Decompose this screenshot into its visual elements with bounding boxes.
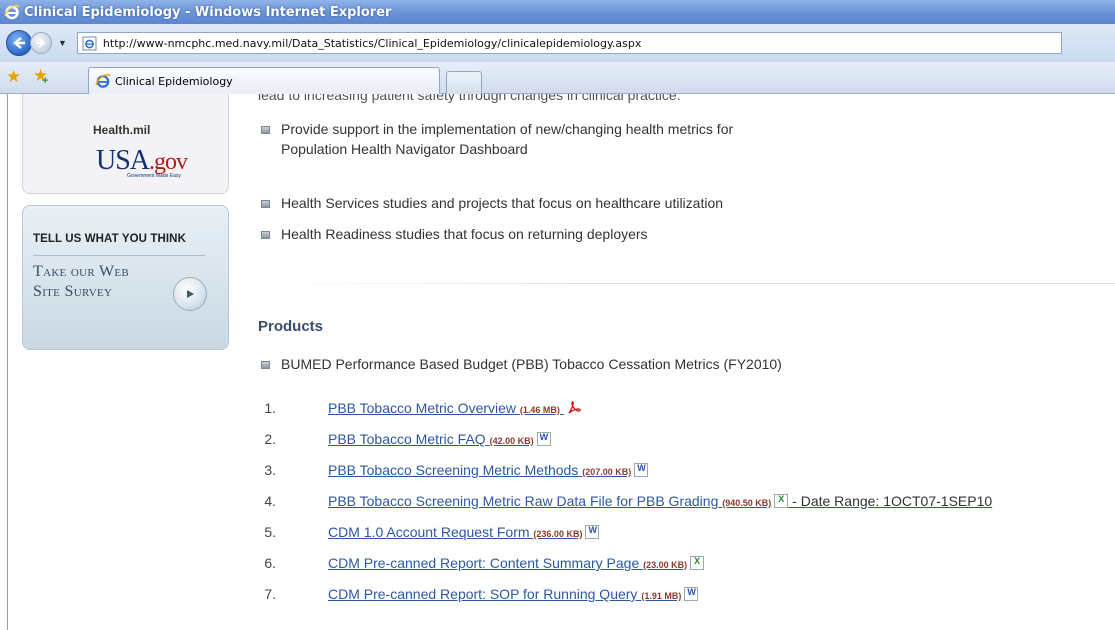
healthmil-logo[interactable]: Health.mil (93, 123, 150, 137)
products-bullet-text: BUMED Performance Based Budget (PBB) Tob… (281, 356, 782, 372)
usagov-tagline: Government Made Easy (127, 173, 181, 179)
new-tab-button[interactable] (446, 71, 482, 94)
add-favorites-icon[interactable]: ★ + (33, 67, 48, 87)
address-bar[interactable]: http://www-nmcphc.med.navy.mil/Data_Stat… (76, 32, 1062, 54)
file-size: (42.00 KB) (489, 436, 534, 446)
bullet-text: Health Readiness studies that focus on r… (281, 226, 648, 242)
bullet-icon (261, 231, 270, 239)
product-link[interactable]: CDM Pre-canned Report: Content Summary P… (328, 555, 705, 571)
product-link[interactable]: PBB Tobacco Metric Overview (1.46 MB) (328, 400, 582, 416)
product-link[interactable]: PBB Tobacco Screening Metric Methods (20… (328, 462, 649, 478)
content-left-border (7, 94, 8, 630)
file-size: (207.00 KB) (582, 467, 632, 477)
address-url[interactable]: http://www-nmcphc.med.navy.mil/Data_Stat… (103, 37, 641, 50)
feedback-divider (33, 255, 205, 256)
usagov-main: USA (96, 145, 150, 176)
survey-link-line1[interactable]: Take our Web (33, 263, 129, 281)
back-button[interactable] (6, 30, 32, 56)
bullet-text-continued: Population Health Navigator Dashboard (281, 141, 528, 157)
product-link-text[interactable]: CDM 1.0 Account Request Form (328, 524, 530, 540)
file-size: (1.91 MB) (641, 591, 682, 601)
file-size: (940.50 KB) (722, 498, 772, 508)
product-link-text[interactable]: PBB Tobacco Screening Metric Raw Data Fi… (328, 493, 718, 509)
product-link[interactable]: PBB Tobacco Metric FAQ (42.00 KB) (328, 431, 551, 447)
ie-logo-icon (4, 4, 20, 20)
product-link[interactable]: PBB Tobacco Screening Metric Raw Data Fi… (328, 493, 992, 509)
list-number: 6. (264, 555, 276, 571)
bullet-icon (261, 200, 270, 208)
window-title-bar: Clinical Epidemiology - Windows Internet… (0, 0, 1115, 24)
survey-link-line2[interactable]: Site Survey (33, 283, 112, 301)
partner-links-box: Health.mil USA.gov Government Made Easy (22, 94, 229, 194)
list-number: 3. (264, 462, 276, 478)
date-range-text: - Date Range: 1OCT07-1SEP10 (788, 493, 993, 509)
word-doc-icon (536, 432, 551, 446)
file-size: (1.46 MB) (519, 405, 560, 415)
usagov-dot: .gov (149, 149, 188, 175)
section-divider (258, 283, 1115, 284)
arrow-right-icon (36, 38, 46, 48)
list-number: 7. (264, 586, 276, 602)
favorites-star-icon[interactable]: ★ (6, 68, 21, 85)
products-heading: Products (258, 318, 324, 335)
product-link-text[interactable]: CDM Pre-canned Report: SOP for Running Q… (328, 586, 637, 602)
word-doc-icon (634, 463, 649, 477)
forward-button[interactable] (30, 32, 52, 54)
excel-doc-icon (690, 556, 705, 570)
pdf-icon (568, 401, 581, 414)
address-toolbar: ▼ http://www-nmcphc.med.navy.mil/Data_St… (0, 24, 1115, 62)
file-size: (236.00 KB) (533, 529, 583, 539)
tab-bar: ★ ★ + Clinical Epidemiology (0, 62, 1115, 94)
bullet-text: Health Services studies and projects tha… (281, 195, 724, 211)
bullet-icon (261, 126, 270, 134)
product-link-text[interactable]: PBB Tobacco Metric FAQ (328, 431, 486, 447)
window-title: Clinical Epidemiology - Windows Internet… (24, 4, 392, 20)
bullet-text: Provide support in the implementation of… (281, 121, 734, 137)
excel-doc-icon (774, 494, 789, 508)
tab-label: Clinical Epidemiology (115, 74, 233, 88)
product-link-text[interactable]: PBB Tobacco Metric Overview (328, 400, 516, 416)
bullet-icon (261, 361, 270, 369)
list-number: 4. (264, 493, 276, 509)
product-link[interactable]: CDM 1.0 Account Request Form (236.00 KB) (328, 524, 600, 540)
tab-clinical-epidemiology[interactable]: Clinical Epidemiology (88, 67, 440, 94)
recent-pages-dropdown[interactable]: ▼ (58, 38, 67, 48)
survey-play-button[interactable] (173, 277, 207, 311)
product-link-text[interactable]: PBB Tobacco Screening Metric Methods (328, 462, 578, 478)
list-number: 1. (264, 400, 276, 416)
product-link[interactable]: CDM Pre-canned Report: SOP for Running Q… (328, 586, 699, 602)
arrow-left-icon (13, 37, 25, 49)
page-icon (82, 36, 97, 50)
file-size: (23.00 KB) (643, 560, 688, 570)
product-link-text[interactable]: CDM Pre-canned Report: Content Summary P… (328, 555, 639, 571)
ie-tab-icon (95, 74, 111, 88)
word-doc-icon (684, 587, 699, 601)
list-number: 5. (264, 524, 276, 540)
feedback-heading: TELL US WHAT YOU THINK (33, 233, 186, 245)
page-content: Health.mil USA.gov Government Made Easy … (0, 94, 1115, 630)
clipped-text: lead to increasing patient safety throug… (258, 94, 681, 103)
list-number: 2. (264, 431, 276, 447)
play-icon (187, 290, 194, 298)
feedback-box: TELL US WHAT YOU THINK Take our Web Site… (22, 205, 229, 350)
word-doc-icon (585, 525, 600, 539)
